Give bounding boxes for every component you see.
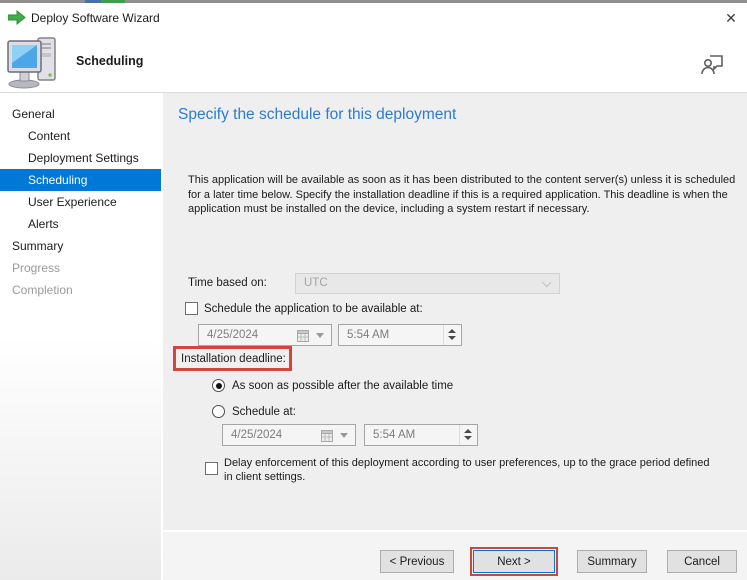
- sidebar-item-user-experience[interactable]: User Experience: [0, 191, 161, 213]
- deadline-date-field: 4/25/2024: [222, 424, 356, 446]
- scheduling-page: Specify the schedule for this deployment…: [163, 93, 747, 530]
- time-value: 5:54 AM: [347, 329, 390, 341]
- time-based-on-label: Time based on:: [188, 277, 267, 289]
- sidebar-item-progress: Progress: [12, 261, 61, 275]
- radio-circle[interactable]: [212, 379, 225, 392]
- calendar-icon: [321, 429, 333, 442]
- computer-icon: [7, 35, 61, 89]
- deadline-time-field: 5:54 AM: [364, 424, 478, 446]
- spinner-up-icon: [448, 329, 456, 333]
- checkbox-box[interactable]: [205, 462, 218, 475]
- sidebar-item-completion: Completion: [12, 283, 73, 297]
- sidebar-item-content[interactable]: Content: [0, 125, 161, 147]
- cancel-button[interactable]: Cancel: [667, 550, 737, 573]
- available-time-field: 5:54 AM: [338, 324, 462, 346]
- next-button[interactable]: Next >: [470, 547, 558, 576]
- time-value: 5:54 AM: [373, 429, 416, 441]
- sidebar-item-scheduling[interactable]: Scheduling: [0, 169, 161, 191]
- wizard-header: Scheduling: [0, 32, 747, 92]
- delay-enforcement-checkbox[interactable]: Delay enforcement of this deployment acc…: [205, 457, 715, 487]
- radio-circle[interactable]: [212, 405, 225, 418]
- close-icon[interactable]: ✕: [722, 9, 740, 27]
- time-based-on-select: UTC: [295, 273, 560, 294]
- previous-button[interactable]: < Previous: [380, 550, 454, 573]
- spinner-up-icon: [464, 429, 472, 433]
- spinner-down-icon: [448, 336, 456, 340]
- checkbox-box[interactable]: [185, 302, 198, 315]
- sidebar-item-alerts[interactable]: Alerts: [0, 213, 161, 235]
- date-value: 4/25/2024: [231, 429, 283, 441]
- checkbox-label: Delay enforcement of this deployment acc…: [224, 457, 710, 483]
- available-date-field: 4/25/2024: [198, 324, 332, 346]
- wizard-footer: < Previous Next > Summary Cancel: [163, 532, 747, 580]
- summary-button[interactable]: Summary: [577, 550, 647, 573]
- dropdown-arrow-icon: [316, 333, 324, 338]
- chevron-down-icon: [541, 277, 552, 288]
- sidebar-item-summary[interactable]: Summary: [0, 235, 161, 257]
- wizard-arrow-icon: [7, 9, 26, 26]
- time-based-on-value: UTC: [304, 277, 328, 289]
- time-spinner: [443, 325, 459, 345]
- wizard-steps-sidebar: General Content Deployment Settings Sche…: [0, 93, 161, 580]
- installation-deadline-label: Installation deadline:: [181, 352, 286, 365]
- spinner-down-icon: [464, 436, 472, 440]
- window-title: Deploy Software Wizard: [31, 11, 160, 25]
- radio-label: As soon as possible after the available …: [232, 380, 454, 392]
- page-title: Scheduling: [76, 54, 144, 68]
- available-schedule-checkbox[interactable]: Schedule the application to be available…: [185, 302, 585, 317]
- title-bar: Deploy Software Wizard ✕: [0, 3, 747, 32]
- intro-text: This application will be available as so…: [188, 174, 736, 215]
- sidebar-item-deployment-settings[interactable]: Deployment Settings: [0, 147, 161, 169]
- sidebar-item-general[interactable]: General: [0, 103, 161, 125]
- feedback-icon[interactable]: [700, 49, 724, 75]
- date-value: 4/25/2024: [207, 329, 259, 341]
- dropdown-arrow-icon: [340, 433, 348, 438]
- radio-label: Schedule at:: [232, 406, 296, 418]
- time-spinner: [459, 425, 475, 445]
- content-heading: Specify the schedule for this deployment: [178, 106, 457, 123]
- deadline-annotation-red-box: Installation deadline:: [173, 346, 292, 371]
- calendar-icon: [297, 329, 309, 342]
- checkbox-label: Schedule the application to be available…: [204, 303, 423, 315]
